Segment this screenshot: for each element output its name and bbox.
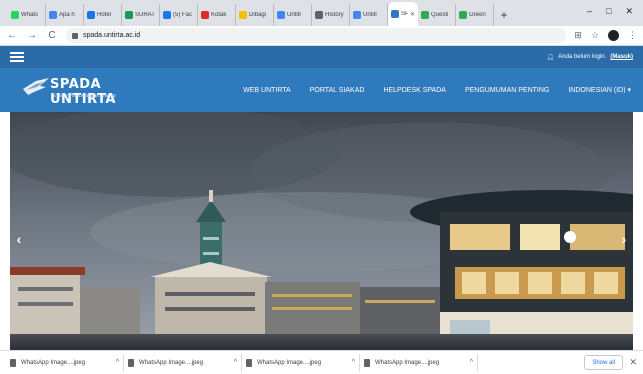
window-controls: – □ ✕: [587, 0, 643, 22]
download-filename: WhatsApp Image....jpeg: [257, 359, 322, 366]
download-item[interactable]: WhatsApp Image....jpeg ^: [124, 353, 242, 372]
browser-tab[interactable]: Untitl: [350, 4, 388, 26]
tab-title: Questi: [431, 12, 449, 18]
chevron-up-icon[interactable]: ^: [234, 359, 237, 366]
toolbar-actions: ⊞ ☆ ⋮: [574, 30, 637, 41]
download-item[interactable]: WhatsApp Image....jpeg ^: [242, 353, 360, 372]
brand-subtitle: Sistem Pembelajaran Daring: [52, 93, 116, 99]
download-shelf: WhatsApp Image....jpeg ^ WhatsApp Image.…: [0, 350, 643, 374]
tab-favicon-icon: [459, 11, 467, 19]
browser-tab[interactable]: Whats: [8, 4, 46, 26]
slider-next-button[interactable]: ›: [617, 230, 631, 248]
bookmark-star-icon[interactable]: ☆: [591, 30, 599, 41]
browser-tab[interactable]: (5) Fac: [160, 4, 198, 26]
menu-portal-siakad[interactable]: PORTAL SIAKAD: [310, 87, 365, 94]
tab-favicon-icon: [125, 11, 133, 19]
browser-tab[interactable]: Hotel: [84, 4, 122, 26]
tab-title: Dibagi: [249, 12, 267, 18]
lock-icon: [72, 32, 78, 39]
tab-title: Kotak: [211, 12, 227, 18]
tab-title: Green: [469, 12, 486, 18]
address-bar[interactable]: spada.untirta.ac.id: [66, 28, 567, 43]
browser-tab[interactable]: SURAT: [122, 4, 160, 26]
tab-title: Hotel: [97, 12, 112, 18]
tab-title: Untitl: [287, 12, 301, 18]
tab-favicon-icon: [315, 11, 323, 19]
hamburger-menu-icon[interactable]: [10, 52, 24, 62]
browser-tab[interactable]: History: [312, 4, 350, 26]
tab-favicon-icon: [391, 10, 399, 18]
new-tab-button[interactable]: +: [494, 4, 514, 26]
tab-title: History: [325, 12, 344, 18]
tab-favicon-icon: [277, 11, 285, 19]
login-status: 👤︎ Anda belum login. (Masuk): [547, 54, 633, 61]
browser-tab[interactable]: Kotak: [198, 4, 236, 26]
browser-tab[interactable]: SP ✕: [388, 2, 418, 26]
user-icon: 👤︎: [546, 54, 555, 61]
tab-strip: Whats Apa h Hotel SURAT (5) Fac Kotak Dibagi Un…: [0, 0, 643, 26]
tab-title: SURAT: [135, 12, 155, 18]
browser-window: Whats Apa h Hotel SURAT (5) Fac Kotak Dibagi Un…: [0, 0, 643, 374]
chevron-up-icon[interactable]: ^: [352, 359, 355, 366]
browser-toolbar: ← → C spada.untirta.ac.id ⊞ ☆ ⋮: [0, 26, 643, 46]
maximize-button[interactable]: □: [606, 6, 611, 16]
tab-favicon-icon: [201, 11, 209, 19]
tab-favicon-icon: [353, 11, 361, 19]
download-filename: WhatsApp Image....jpeg: [139, 359, 204, 366]
menu-web-untirta[interactable]: WEB UNTIRTA: [243, 87, 291, 94]
forward-button[interactable]: →: [26, 30, 38, 41]
browser-tab[interactable]: Questi: [418, 4, 456, 26]
download-item[interactable]: WhatsApp Image....jpeg ^: [360, 353, 478, 372]
url-text: spada.untirta.ac.id: [83, 32, 141, 39]
tab-favicon-icon: [11, 11, 19, 19]
file-icon: [128, 358, 134, 367]
tab-title: (5) Fac: [173, 12, 193, 18]
campus-photo: [10, 112, 633, 350]
file-icon: [364, 358, 370, 367]
back-button[interactable]: ←: [6, 30, 18, 41]
slider-prev-button[interactable]: ‹: [12, 230, 26, 248]
browser-tab[interactable]: Untitl: [274, 4, 312, 26]
tab-title: SP: [401, 11, 408, 17]
site-logo[interactable]: SPADA UNTIRTA Sistem Pembelajaran Daring: [22, 73, 142, 107]
browser-tab[interactable]: Apa h: [46, 4, 84, 26]
tab-favicon-icon: [87, 11, 95, 19]
chevron-up-icon[interactable]: ^: [116, 359, 119, 366]
download-item[interactable]: WhatsApp Image....jpeg ^: [6, 353, 124, 372]
hero-slider: ‹ ›: [10, 112, 633, 350]
download-filename: WhatsApp Image....jpeg: [21, 359, 86, 366]
tab-title: Whats: [21, 12, 39, 18]
tab-title: Untitl: [363, 12, 377, 18]
login-text: Anda belum login.: [558, 54, 607, 60]
tab-favicon-icon: [421, 11, 429, 19]
browser-tab[interactable]: Green: [456, 4, 494, 26]
translate-icon[interactable]: ⊞: [574, 30, 582, 41]
menu-kebab-icon[interactable]: ⋮: [628, 30, 637, 41]
chevron-up-icon[interactable]: ^: [470, 359, 473, 366]
menu-pengumuman-penting[interactable]: PENGUMUMAN PENTING: [465, 87, 549, 94]
download-filename: WhatsApp Image....jpeg: [375, 359, 440, 366]
close-download-shelf-button[interactable]: ✕: [629, 357, 637, 368]
bird-logo-icon: [23, 78, 49, 95]
site-navbar: SPADA UNTIRTA Sistem Pembelajaran Daring…: [0, 68, 643, 112]
tab-favicon-icon: [239, 11, 247, 19]
show-all-downloads-button[interactable]: Show all: [584, 355, 623, 370]
reload-button[interactable]: C: [46, 30, 58, 41]
file-icon: [246, 358, 252, 367]
tab-close-icon[interactable]: ✕: [410, 11, 415, 18]
browser-tab[interactable]: Dibagi: [236, 4, 274, 26]
file-icon: [10, 358, 16, 367]
tab-favicon-icon: [49, 11, 57, 19]
menu-helpdesk-spada[interactable]: HELPDESK SPADA: [383, 87, 446, 94]
login-link[interactable]: (Masuk): [610, 54, 633, 60]
tab-favicon-icon: [163, 11, 171, 19]
tab-title: Apa h: [59, 12, 75, 18]
close-window-button[interactable]: ✕: [625, 6, 633, 17]
menu-language-select[interactable]: INDONESIAN (ID) ▾: [568, 86, 631, 94]
site-top-bar: 👤︎ Anda belum login. (Masuk): [0, 46, 643, 68]
minimize-button[interactable]: –: [587, 6, 592, 16]
profile-avatar[interactable]: [608, 30, 619, 41]
brand-title: SPADA UNTIRTA: [50, 77, 116, 107]
main-menu: WEB UNTIRTA PORTAL SIAKAD HELPDESK SPADA…: [243, 68, 631, 112]
